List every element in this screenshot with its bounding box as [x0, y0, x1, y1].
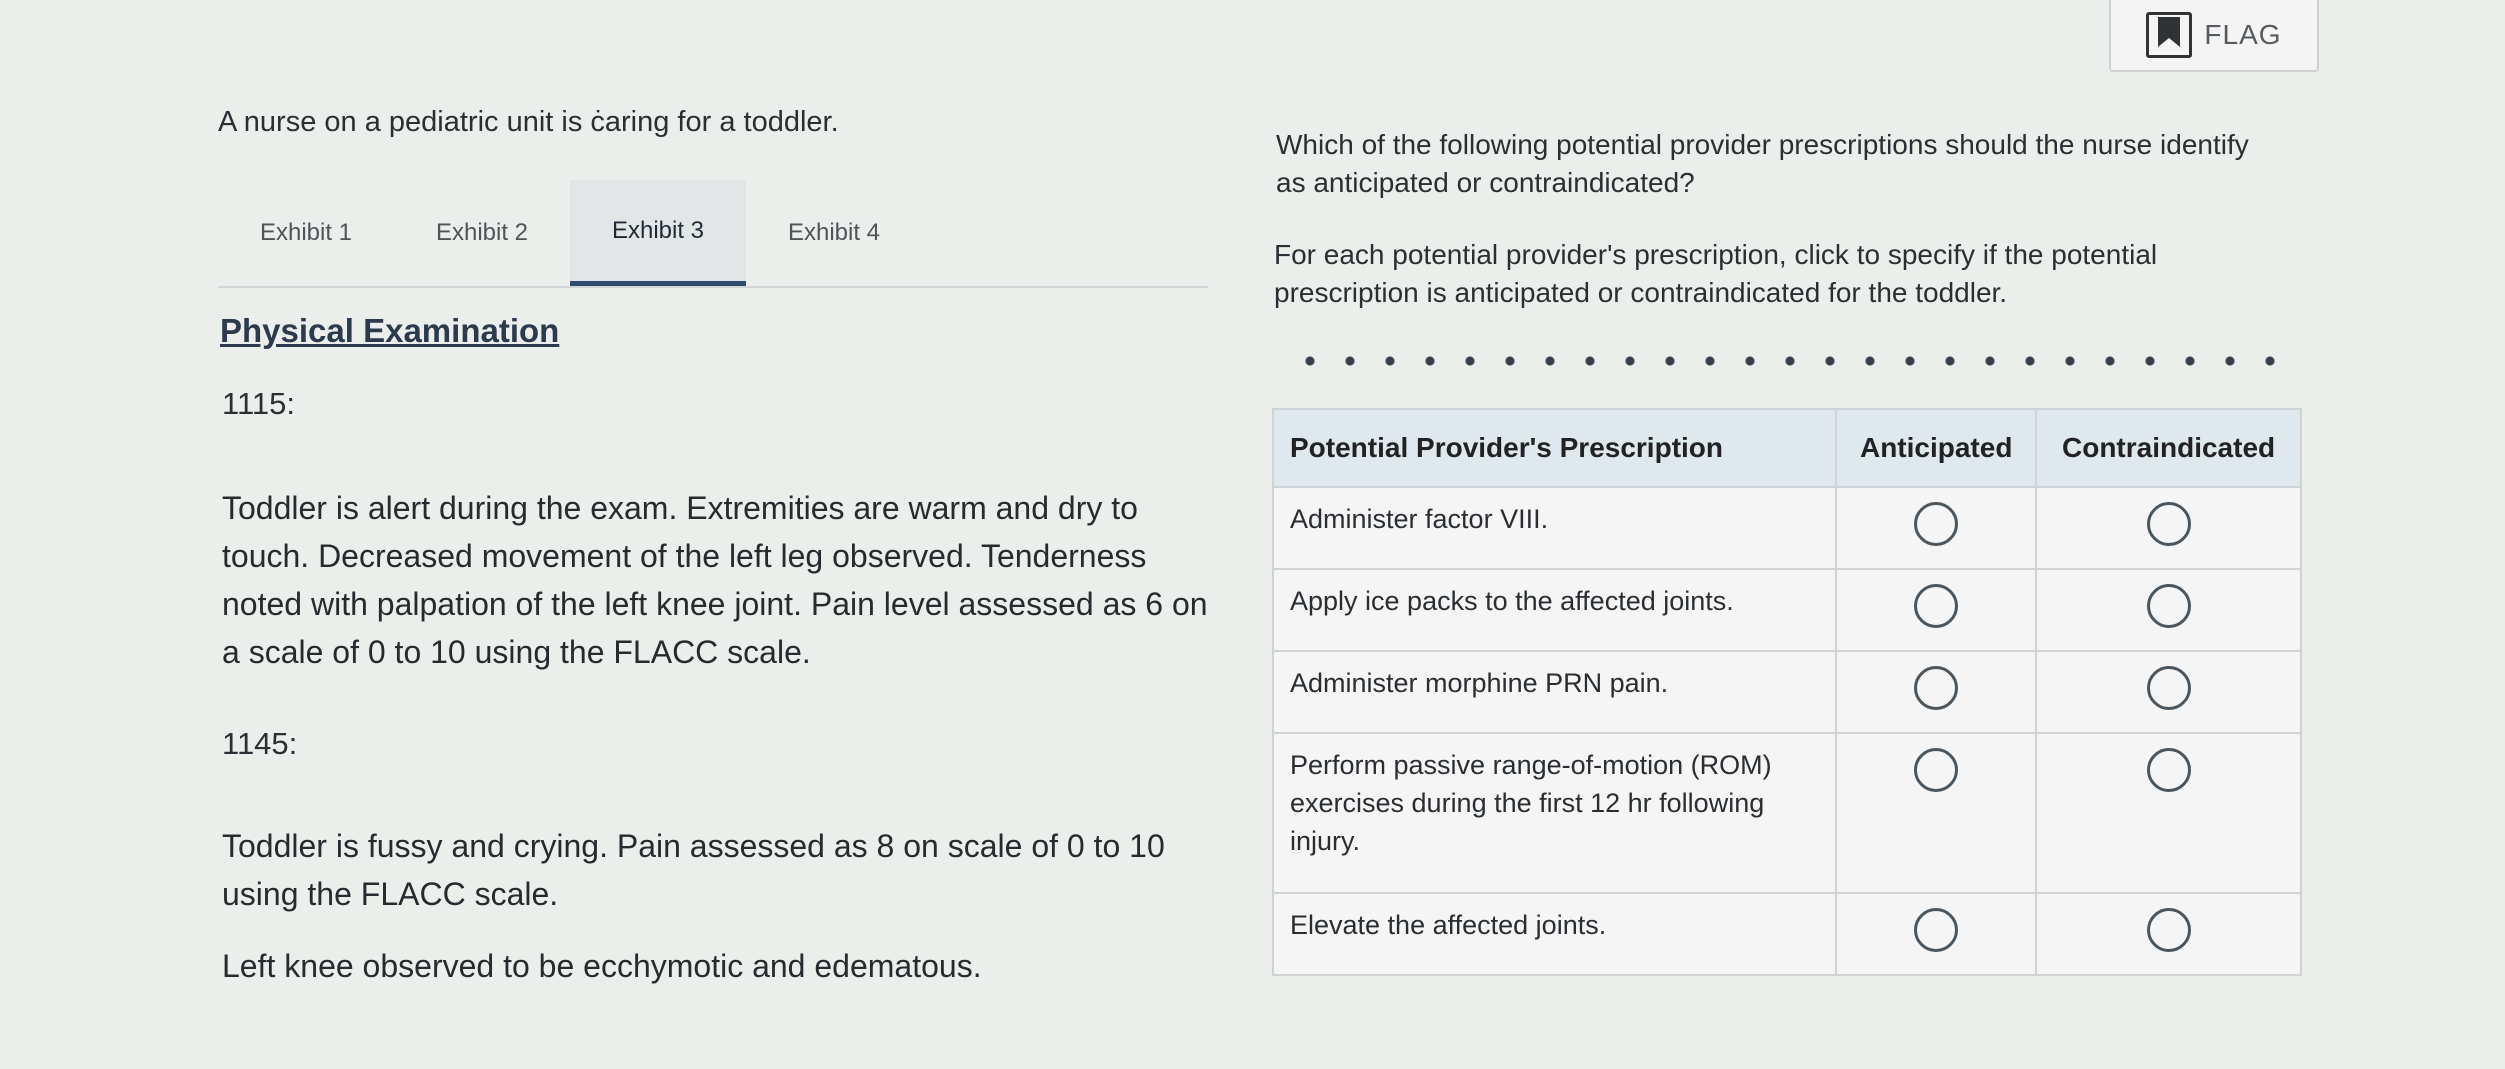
prescription-text: Administer morphine PRN pain.: [1271, 650, 1838, 734]
table-row: Perform passive range-of-motion (ROM) ex…: [1271, 732, 2302, 894]
table-row: Apply ice packs to the affected joints.: [1271, 568, 2302, 652]
entry-paragraph: Left knee observed to be ecchymotic and …: [222, 948, 982, 984]
entry-time: 1115:: [222, 386, 295, 421]
prescription-text: Perform passive range-of-motion (ROM) ex…: [1271, 732, 1838, 894]
contraindicated-radio[interactable]: [2146, 908, 2191, 952]
anticipated-radio[interactable]: [1914, 908, 1959, 952]
flag-label: FLAG: [2204, 19, 2282, 50]
tab-exhibit-4[interactable]: Exhibit 4: [746, 180, 922, 286]
tab-exhibit-1[interactable]: Exhibit 1: [218, 180, 394, 286]
flag-button[interactable]: FLAG: [2109, 0, 2319, 72]
exhibit-title: Physical Examination: [220, 312, 560, 349]
contraindicated-radio[interactable]: [2146, 666, 2191, 710]
table-row: Elevate the affected joints.: [1271, 892, 2302, 976]
column-header-prescription: Potential Provider's Prescription: [1271, 408, 1838, 488]
prescription-text: Apply ice packs to the affected joints.: [1271, 568, 1838, 652]
question-prompt: Which of the following potential provide…: [1276, 129, 2249, 198]
contraindicated-radio[interactable]: [2146, 748, 2191, 792]
entry-paragraph: Toddler is fussy and crying. Pain assess…: [222, 828, 1165, 912]
tab-exhibit-3[interactable]: Exhibit 3: [570, 180, 746, 286]
scenario-intro: A nurse on a pediatric unit is ċaring fo…: [218, 106, 839, 138]
divider-dots: [1290, 354, 2290, 368]
anticipated-radio[interactable]: [1914, 666, 1959, 710]
prescription-table: Potential Provider's Prescription Antici…: [1271, 408, 2302, 976]
column-header-contraindicated: Contraindicated: [2035, 408, 2302, 488]
prescription-text: Administer factor VIII.: [1271, 486, 1838, 570]
tab-exhibit-2[interactable]: Exhibit 2: [394, 180, 570, 286]
anticipated-radio[interactable]: [1914, 748, 1959, 792]
contraindicated-radio[interactable]: [2146, 502, 2191, 546]
exhibit-tabs: Exhibit 1 Exhibit 2 Exhibit 3 Exhibit 4: [218, 180, 1208, 288]
entry-paragraph: Toddler is alert during the exam. Extrem…: [222, 490, 1208, 670]
prescription-text: Elevate the affected joints.: [1271, 892, 1838, 976]
anticipated-radio[interactable]: [1914, 502, 1959, 546]
table-row: Administer factor VIII.: [1271, 486, 2302, 570]
entry-time: 1145:: [222, 726, 298, 761]
question-instruction: For each potential provider's prescripti…: [1274, 239, 2158, 308]
bookmark-icon: [2146, 12, 2193, 58]
table-row: Administer morphine PRN pain.: [1271, 650, 2302, 734]
column-header-anticipated: Anticipated: [1835, 408, 2038, 488]
anticipated-radio[interactable]: [1914, 584, 1959, 628]
contraindicated-radio[interactable]: [2146, 584, 2191, 628]
